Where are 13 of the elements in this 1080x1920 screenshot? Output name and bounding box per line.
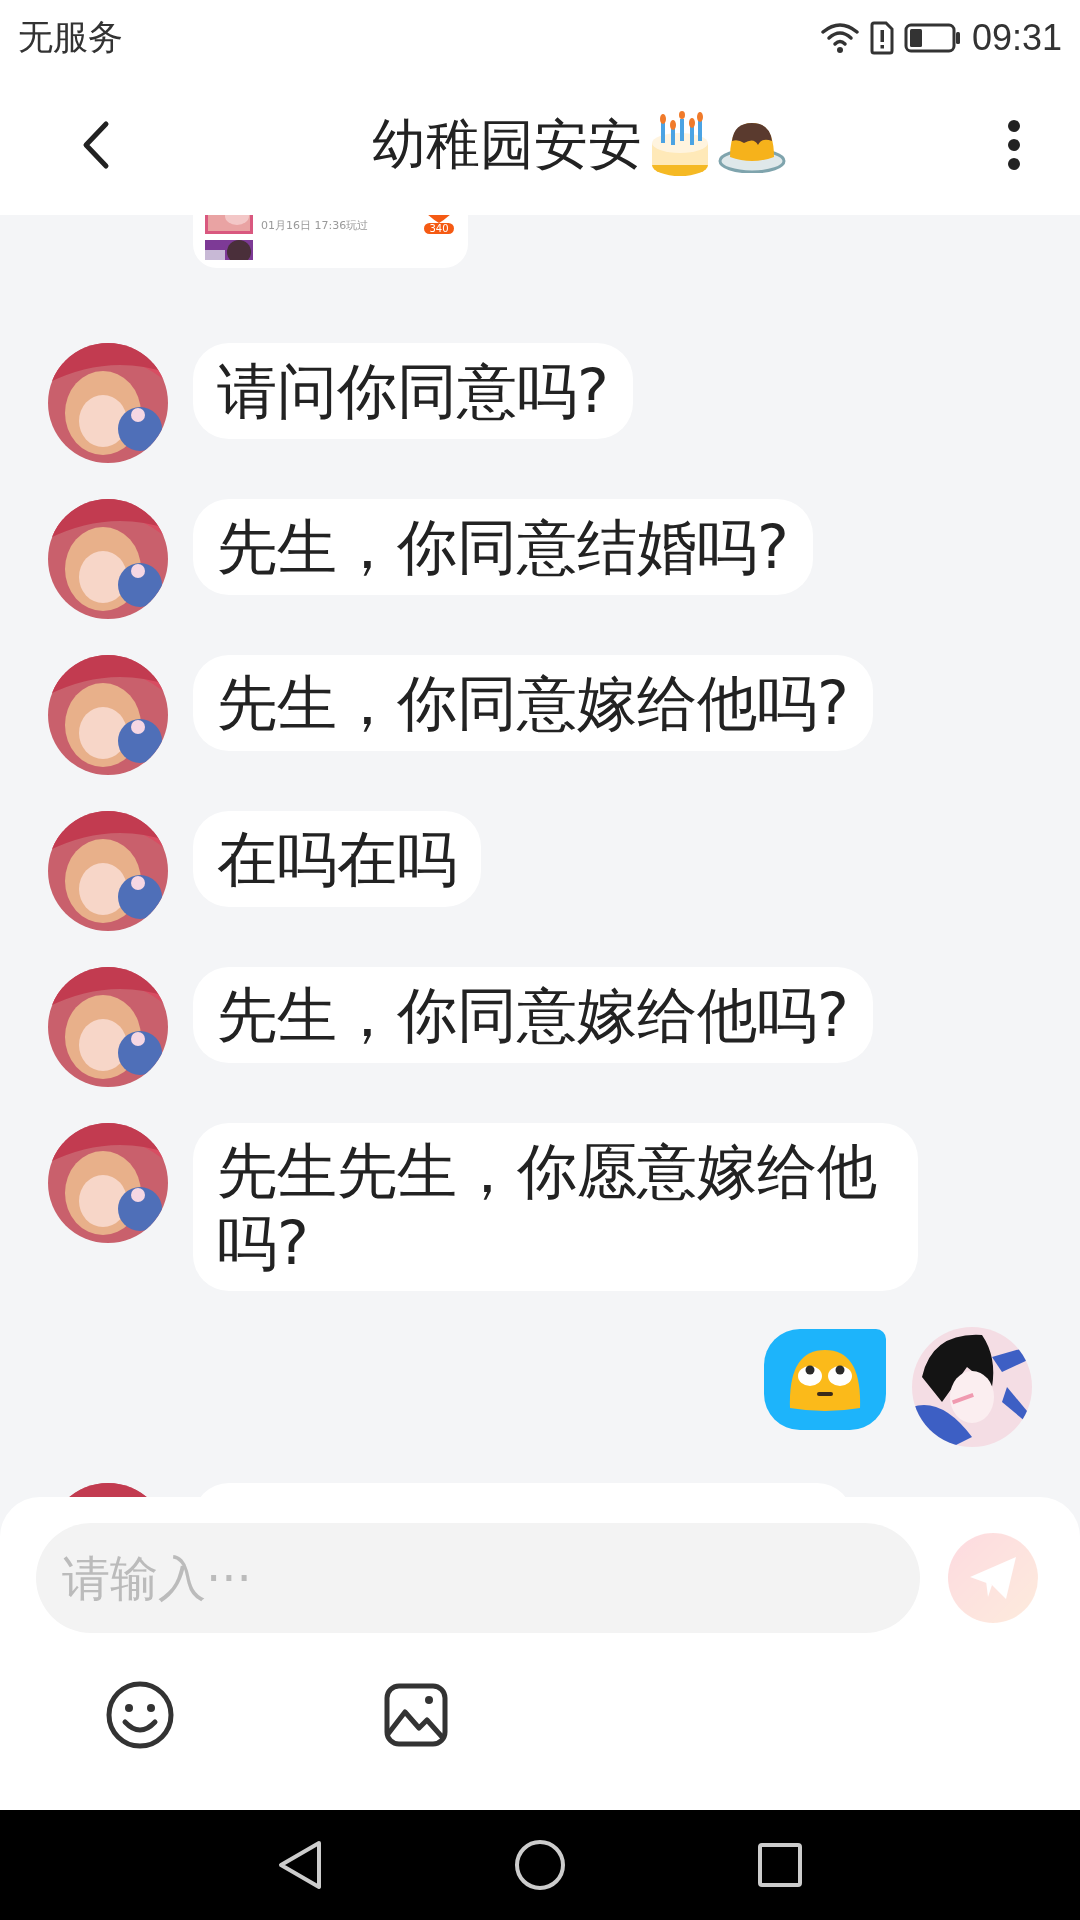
message-bubble: 先生，你同意嫁给他吗? <box>193 655 873 751</box>
carrier-label: 无服务 <box>18 16 123 59</box>
message-bubble: 先生，你同意嫁给他吗? <box>193 967 873 1063</box>
shared-game-card[interactable]: 01月16日 17:36玩过 340 <box>193 215 468 268</box>
message-bubble: 先生先生，你愿意嫁给他吗? <box>193 1123 918 1291</box>
chat-title: 幼稚园安安 <box>372 111 642 178</box>
played-time-text: 01月16日 17:36玩过 <box>261 218 370 234</box>
message-bubble: 先生，你同意结婚吗? <box>193 499 813 595</box>
clock-time: 09:31 <box>971 16 1062 59</box>
message-bubble: 在吗在吗 <box>193 811 481 907</box>
like-count-badge: 340 <box>424 223 454 234</box>
message-input-field[interactable]: 请输入··· <box>36 1523 920 1633</box>
message-bubble: 请问你同意吗? <box>193 343 633 439</box>
